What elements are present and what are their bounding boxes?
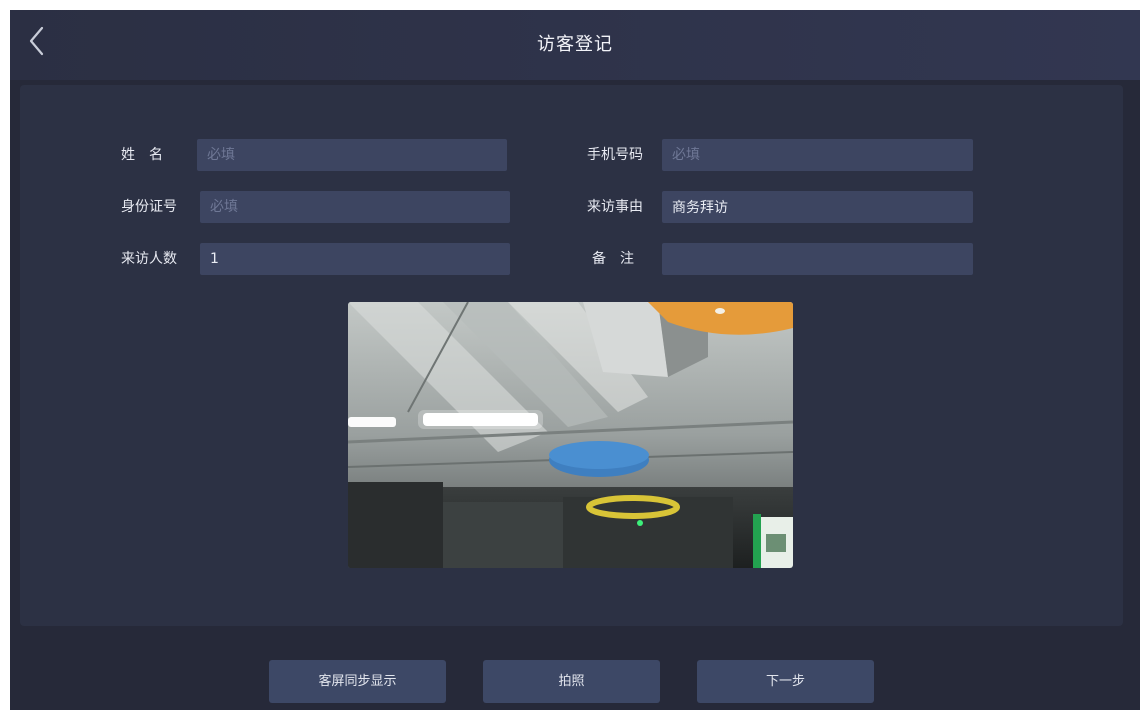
visit-reason-label: 来访事由: [587, 199, 643, 215]
visitor-count-input[interactable]: [200, 243, 510, 275]
take-photo-button[interactable]: 拍照: [483, 660, 660, 703]
camera-feed-image: [348, 302, 793, 568]
name-label: 姓 名: [121, 147, 163, 163]
page-title: 访客登记: [537, 34, 613, 55]
phone-input[interactable]: [662, 139, 973, 171]
visitor-registration-screen: 访客登记 姓 名 手机号码 身份证号 来访事由 来访人数 备 注: [10, 10, 1140, 710]
id-number-label: 身份证号: [121, 199, 177, 215]
top-bar: 访客登记: [10, 10, 1140, 80]
form-panel: 姓 名 手机号码 身份证号 来访事由 来访人数 备 注: [20, 85, 1123, 626]
id-number-input[interactable]: [200, 191, 510, 223]
phone-label: 手机号码: [587, 147, 643, 163]
visit-reason-input[interactable]: [662, 191, 973, 223]
camera-preview: [348, 302, 793, 568]
name-input[interactable]: [197, 139, 507, 171]
remark-input[interactable]: [662, 243, 973, 275]
remark-label: 备 注: [592, 251, 634, 267]
visitor-count-label: 来访人数: [121, 251, 177, 267]
sync-display-button[interactable]: 客屏同步显示: [269, 660, 446, 703]
next-step-button[interactable]: 下一步: [697, 660, 874, 703]
